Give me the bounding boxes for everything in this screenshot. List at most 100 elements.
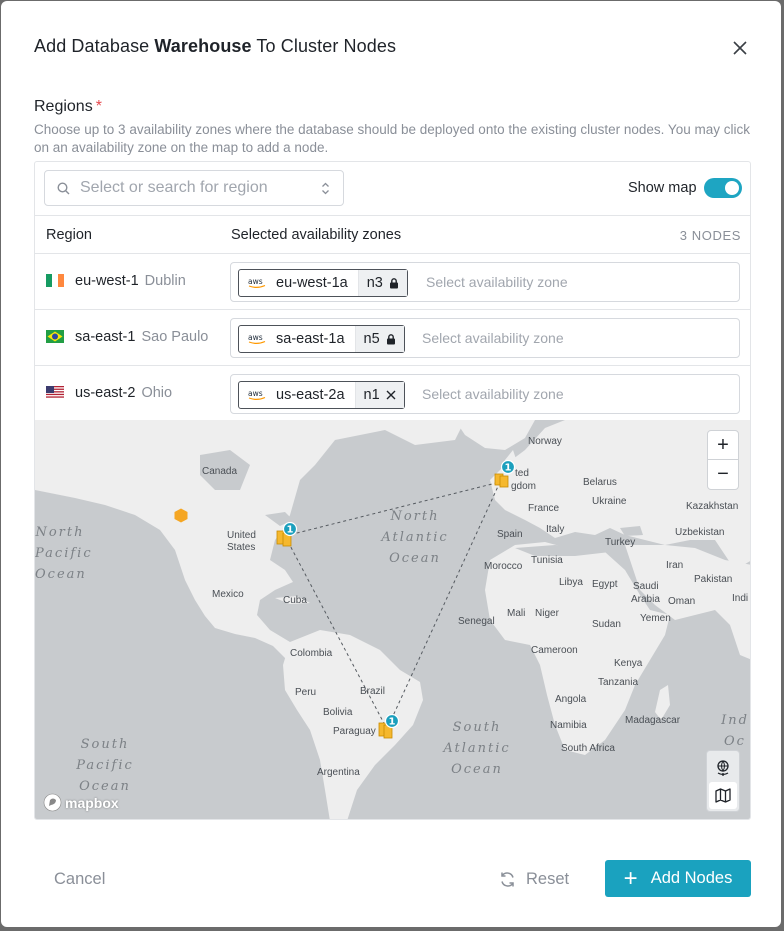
server-marker-icon: 1 [276,521,298,547]
map-label: Saudi [633,581,659,592]
node-badge: n3 [357,270,407,296]
server-marker-icon: 1 [494,459,516,488]
aws-icon: aws [248,389,266,400]
map-label: Yemen [640,613,671,624]
remove-zone-button[interactable] [386,390,396,400]
zone-select[interactable]: aws sa-east-1a n5 Select availability zo… [230,318,740,358]
map-marker-sao-paulo[interactable]: 1 [377,713,407,744]
map-label: Indi [732,593,749,604]
available-zone-hex-icon[interactable] [174,508,188,523]
svg-text:aws: aws [248,333,263,342]
table-row: sa-east-1 Sao Paulo aws sa-east-1a n5 Sel… [35,310,750,366]
svg-text:1: 1 [389,717,396,728]
map-label: Spain [497,529,523,540]
map-label: Senegal [458,616,495,627]
map-view-controls [706,750,740,812]
aws-icon: aws [248,277,266,288]
map-marker-ohio[interactable]: 1 [275,521,305,552]
node-badge: n5 [354,326,404,352]
ocean-label-south-atlantic: South Atlantic Ocean [443,720,511,777]
region-name: sa-east-1 Sao Paulo [75,329,209,345]
plus-icon: + [623,864,638,892]
zoom-out-button[interactable]: − [708,460,738,489]
zoom-in-button[interactable]: + [708,431,738,460]
modal-title: Add Database Warehouse To Cluster Nodes [34,36,397,56]
map-label: France [528,503,560,514]
map-label: South Africa [561,743,615,754]
world-map[interactable]: Canada United States Mexico Cuba Colombi… [35,420,750,819]
mapbox-icon [43,793,62,812]
lock-icon [389,277,398,288]
flat-map-view-button[interactable] [709,782,737,809]
ireland-flag-icon [46,274,64,287]
aws-icon: aws [248,333,266,344]
zone-name: sa-east-1a [276,331,345,347]
reset-label: Reset [526,870,570,888]
map-label: Peru [295,687,317,698]
map-label: Namibia [550,720,587,731]
zone-name: us-east-2a [276,387,345,403]
server-marker-icon: 1 [378,713,400,739]
zone-name: eu-west-1a [276,275,348,291]
reset-button[interactable]: Reset [499,870,569,889]
map-label: Italy [546,524,565,535]
refresh-icon [501,872,514,887]
map-label: Argentina [317,767,360,778]
map-label: Sudan [592,619,621,630]
map-label: Libya [559,577,583,588]
required-mark: * [95,98,102,115]
zone-select[interactable]: aws us-east-2a n1 Select availability zo… [230,374,740,414]
map-label: Kazakhstan [686,501,739,512]
map-label: Morocco [484,561,523,572]
map-label: Tanzania [598,677,639,688]
ocean-label-south-pacific: South Pacific Ocean [76,737,134,794]
cancel-button[interactable]: Cancel [54,870,105,889]
map-marker-dublin[interactable]: 1 [493,459,523,490]
table-row: eu-west-1 Dublin aws eu-west-1a n3 Select… [35,254,750,310]
brazil-flag-icon [46,330,64,343]
map-label: Oman [668,596,696,607]
map-label: Bolivia [323,707,353,718]
table-header: Region Selected availability zones 3 NOD… [35,215,750,254]
globe-icon [717,759,729,776]
column-zones: Selected availability zones [231,227,402,243]
globe-view-button[interactable] [709,754,737,781]
chevron-up-down-icon [322,182,329,195]
map-label: Madagascar [625,715,681,726]
map-label: Niger [535,608,559,619]
ocean-label-indian: Ind Oc [721,713,749,749]
zone-chip: aws eu-west-1a n3 [238,269,408,297]
node-count: 3 NODES [679,228,741,243]
show-map-toggle[interactable] [704,178,742,198]
map-label: Ukraine [592,496,627,507]
map-label: Arabia [631,594,660,605]
show-map-label: Show map [628,180,697,196]
map-label: Cameroon [531,645,578,656]
add-nodes-modal: Add Database Warehouse To Cluster Nodes … [1,1,781,927]
map-label: Brazil [360,686,386,697]
map-label: United [227,530,256,541]
zone-chip: aws us-east-2a n1 [238,381,405,409]
map-label: Iran [666,560,684,571]
map-label: Canada [202,466,238,477]
region-search-input[interactable] [78,177,308,199]
regions-help-text: Choose up to 3 availability zones where … [34,122,750,155]
map-icon [715,788,731,803]
close-button[interactable] [729,37,751,59]
usa-flag-icon [46,386,64,399]
map-label: Tunisia [531,555,563,566]
map-label: Cuba [283,595,307,606]
map-label: Mali [507,608,526,619]
search-icon [57,182,70,195]
column-region: Region [46,227,92,243]
map-label: Colombia [290,648,333,659]
map-label: Paraguay [333,726,376,737]
region-search[interactable] [44,170,344,206]
map-label: Angola [555,694,587,705]
zone-chip: aws sa-east-1a n5 [238,325,405,353]
mapbox-logo: mapbox [43,793,119,812]
add-nodes-button[interactable]: + Add Nodes [605,860,751,897]
map-label: Egypt [592,579,618,590]
toggle-knob [725,181,739,195]
zone-select[interactable]: aws eu-west-1a n3 Select availability zo… [230,262,740,302]
